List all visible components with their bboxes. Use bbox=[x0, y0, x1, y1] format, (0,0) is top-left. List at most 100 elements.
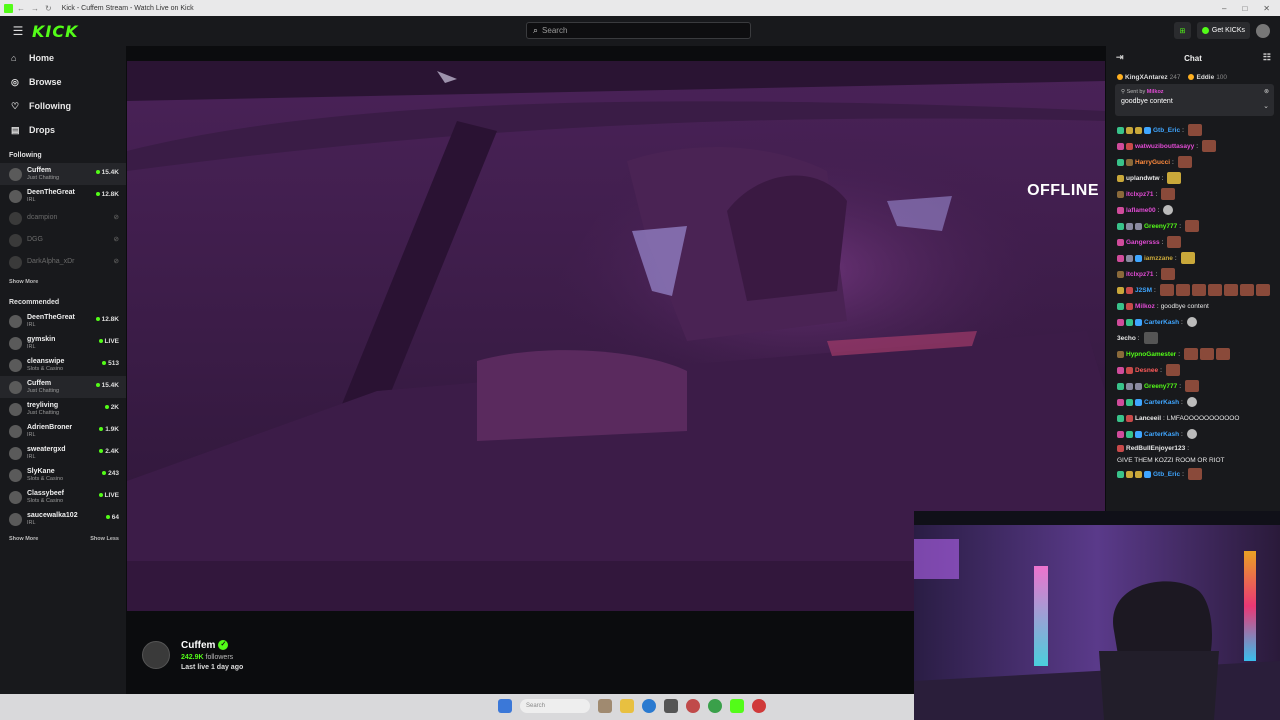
chat-username[interactable]: HarryGucci bbox=[1135, 158, 1170, 167]
chat-username[interactable]: itclxpz71 bbox=[1126, 190, 1153, 199]
chat-username[interactable]: Greeny777 bbox=[1144, 222, 1177, 231]
emote-icon bbox=[1185, 220, 1200, 232]
chat-username[interactable]: Milkoz bbox=[1135, 302, 1155, 311]
chrome-icon[interactable] bbox=[708, 699, 722, 713]
channel-item[interactable]: gymskin IRL LIVE bbox=[0, 332, 126, 354]
channel-item[interactable]: Classybeef Slots & Casino LIVE bbox=[0, 486, 126, 508]
channel-item[interactable]: saucewalka102 IRL 64 bbox=[0, 508, 126, 530]
chat-username[interactable]: laflame00 bbox=[1126, 206, 1156, 215]
chat-username[interactable]: Greeny777 bbox=[1144, 382, 1177, 391]
channel-item[interactable]: DGG ⊘ bbox=[0, 229, 126, 251]
chat-username[interactable]: Desnee bbox=[1135, 366, 1158, 375]
chat-username[interactable]: itclxpz71 bbox=[1126, 270, 1153, 279]
channel-item[interactable]: Cuffem Just Chatting 15.4K bbox=[0, 376, 126, 398]
app3-icon[interactable] bbox=[752, 699, 766, 713]
chat-username[interactable]: watwuzibouttasayy bbox=[1135, 142, 1194, 151]
channel-item[interactable]: cleanswipe Slots & Casino 513 bbox=[0, 354, 126, 376]
chat-username[interactable]: HypnoGamester bbox=[1126, 350, 1176, 359]
pinned-message[interactable]: ⚲ Sent by Milkoz goodbye content ⊗ ⌄ bbox=[1115, 84, 1274, 116]
recommended-show-less[interactable]: Show Less bbox=[90, 536, 119, 542]
badge-icon bbox=[1135, 382, 1142, 390]
start-icon[interactable] bbox=[498, 699, 512, 713]
pin-icon: ⚲ bbox=[1121, 89, 1126, 95]
channel-name: DGG bbox=[27, 236, 43, 243]
chat-username[interactable]: Gtb_Eric bbox=[1153, 470, 1180, 479]
file-explorer-icon[interactable] bbox=[620, 699, 634, 713]
nav-item-home[interactable]: ⌂ Home bbox=[0, 46, 126, 70]
app2-icon[interactable] bbox=[686, 699, 700, 713]
taskbar-search[interactable]: Search bbox=[520, 699, 590, 713]
channel-item[interactable]: SlyKane Slots & Casino 243 bbox=[0, 464, 126, 486]
edge-icon[interactable] bbox=[642, 699, 656, 713]
live-dot-icon bbox=[102, 471, 107, 476]
viewer-count-value: 15.4K bbox=[101, 169, 119, 176]
emote-icon bbox=[1186, 397, 1197, 407]
minimize-icon[interactable]: – bbox=[1222, 4, 1226, 13]
forward-icon[interactable]: → bbox=[31, 4, 39, 13]
recommended-show-more[interactable]: Show More bbox=[9, 536, 38, 542]
chat-colon: : bbox=[1155, 190, 1158, 198]
channel-item[interactable]: DeenTheGreat IRL 12.8K bbox=[0, 185, 126, 207]
chat-message: uplandwtw: bbox=[1117, 170, 1274, 186]
chat-colon: : bbox=[1179, 382, 1182, 390]
chat-colon: : bbox=[1172, 158, 1174, 166]
chat-username[interactable]: Lanceeil bbox=[1135, 414, 1161, 423]
chat-username[interactable]: iamzzane bbox=[1144, 254, 1173, 263]
channel-text: AdrienBroner IRL bbox=[27, 424, 72, 439]
back-icon[interactable]: ← bbox=[17, 4, 25, 13]
gifter-item[interactable]: KingXAntarez 247 bbox=[1117, 74, 1180, 81]
chat-username[interactable]: 3echo bbox=[1117, 334, 1136, 343]
collapse-chat-icon[interactable]: ⇥ bbox=[1116, 52, 1124, 63]
viewer-count: 243 bbox=[102, 470, 119, 477]
app-icon[interactable] bbox=[664, 699, 678, 713]
webcam-image bbox=[914, 511, 1280, 720]
live-dot-icon bbox=[102, 361, 107, 366]
chat-username[interactable]: J2SM bbox=[1135, 286, 1152, 295]
streamer-name[interactable]: Cuffem bbox=[181, 640, 215, 651]
channel-item[interactable]: DarkAlpha_xDr ⊘ bbox=[0, 251, 126, 273]
chat-username[interactable]: CarterKash bbox=[1144, 318, 1179, 327]
menu-icon[interactable]: ☰ bbox=[10, 23, 26, 39]
nav-item-drops[interactable]: ▤ Drops bbox=[0, 118, 126, 142]
channel-category: IRL bbox=[27, 431, 36, 438]
emote-icon bbox=[1161, 188, 1176, 200]
get-kicks-button[interactable]: Get KICKs bbox=[1196, 22, 1250, 39]
reload-icon[interactable]: ↻ bbox=[45, 4, 52, 13]
chat-username[interactable]: CarterKash bbox=[1144, 430, 1179, 439]
chat-username[interactable]: uplandwtw bbox=[1126, 174, 1160, 183]
search-input[interactable]: ⌕ Search bbox=[526, 22, 751, 39]
kick-app-icon[interactable] bbox=[730, 699, 744, 713]
channel-item[interactable]: Cuffem Just Chatting 15.4K bbox=[0, 163, 126, 185]
pinned-sender[interactable]: Milkoz bbox=[1147, 89, 1164, 95]
following-show-more[interactable]: Show More bbox=[9, 279, 38, 285]
close-icon[interactable]: ✕ bbox=[1263, 4, 1270, 13]
chat-users-icon[interactable]: ☷ bbox=[1263, 52, 1271, 63]
channel-text: Cuffem Just Chatting bbox=[27, 380, 59, 395]
chat-username[interactable]: Gangersss bbox=[1126, 238, 1160, 247]
kick-logo[interactable]: KICK bbox=[32, 22, 79, 41]
chat-colon: : bbox=[1181, 398, 1183, 406]
unpin-icon[interactable]: ⊗ bbox=[1264, 88, 1269, 95]
nav-item-browse[interactable]: ◎ Browse bbox=[0, 70, 126, 94]
widget-icon[interactable] bbox=[598, 699, 612, 713]
user-avatar[interactable] bbox=[1256, 23, 1270, 38]
gifter-item[interactable]: Eddie 100 bbox=[1188, 74, 1227, 81]
maximize-icon[interactable]: □ bbox=[1242, 4, 1247, 13]
channel-item[interactable]: DeenTheGreat IRL 12.8K bbox=[0, 310, 126, 332]
badge-icon bbox=[1126, 382, 1133, 390]
chat-username[interactable]: CarterKash bbox=[1144, 398, 1179, 407]
streamer-avatar[interactable] bbox=[142, 641, 170, 669]
library-icon[interactable]: ⊞ bbox=[1173, 22, 1191, 39]
chat-message: J2SM: bbox=[1117, 282, 1274, 298]
chat-username[interactable]: RedBullEnjoyer123 bbox=[1126, 444, 1185, 453]
offline-icon: ⊘ bbox=[113, 236, 119, 243]
channel-item[interactable]: dcampion ⊘ bbox=[0, 207, 126, 229]
nav-item-following[interactable]: ♡ Following bbox=[0, 94, 126, 118]
chevron-down-icon[interactable]: ⌄ bbox=[1263, 102, 1269, 110]
channel-item[interactable]: sweatergxd IRL 2.4K bbox=[0, 442, 126, 464]
channel-avatar bbox=[9, 424, 22, 438]
chat-username[interactable]: Gtb_Eric bbox=[1153, 126, 1180, 135]
channel-item[interactable]: treyliving Just Chatting 2K bbox=[0, 398, 126, 420]
channel-item[interactable]: AdrienBroner IRL 1.9K bbox=[0, 420, 126, 442]
channel-text: treyliving Just Chatting bbox=[27, 402, 59, 417]
